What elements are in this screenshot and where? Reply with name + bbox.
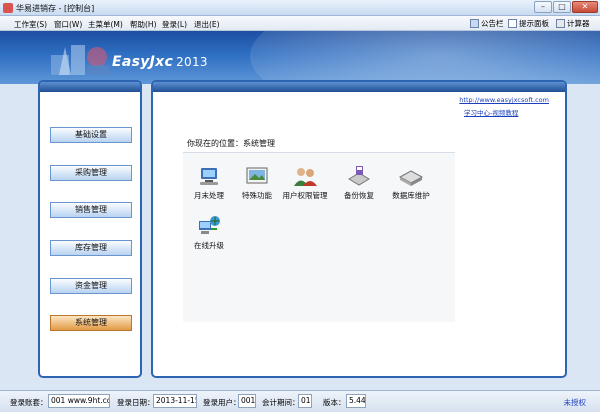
- content-panel: http://www.easyjxcsoft.com 学习中心-视频教程 你现在…: [151, 80, 567, 378]
- minimize-icon[interactable]: –: [534, 1, 552, 13]
- database-maintenance-icon: [397, 165, 425, 187]
- website-link[interactable]: http://www.easyjxcsoft.com: [459, 96, 549, 104]
- status-user-value: 001: [238, 394, 256, 408]
- brand-logo: EasyJxc 2013: [112, 54, 208, 70]
- special-function-icon: [243, 165, 271, 187]
- function-backup-restore-label: 备份恢复: [344, 191, 374, 200]
- status-bar: 登录账套： 001 www.9ht.com 登录日期： 2013-11-15 登…: [0, 390, 600, 412]
- banner-artwork: [51, 45, 109, 75]
- banner: EasyJxc 2013: [0, 31, 600, 84]
- video-tutorial-link[interactable]: 学习中心-视频教程: [464, 107, 518, 117]
- menu-login[interactable]: 登录(L): [162, 19, 187, 30]
- user-permission-icon: [291, 165, 319, 187]
- menu-bar: 工作室(S) 窗口(W) 主菜单(M) 帮助(H) 登录(L) 退出(E) 公告…: [0, 16, 600, 31]
- menu-help[interactable]: 帮助(H): [130, 19, 157, 30]
- function-online-upgrade-label: 在线升级: [194, 241, 224, 250]
- calculator-icon: [556, 19, 565, 28]
- status-account-value: 001 www.9ht.com: [48, 394, 110, 408]
- online-upgrade-icon: [195, 215, 223, 237]
- app-icon: [3, 3, 13, 13]
- month-end-icon: [195, 165, 223, 187]
- brand-year: 2013: [176, 55, 208, 69]
- status-date-value: 2013-11-15: [153, 394, 197, 408]
- menu-exit[interactable]: 退出(E): [194, 19, 220, 30]
- toolbar-calculator-label: 计算器: [567, 19, 590, 28]
- backup-restore-icon: [345, 165, 373, 187]
- nav-purchase[interactable]: 采购管理: [50, 165, 132, 181]
- function-user-permission[interactable]: 用户权限管理: [275, 165, 335, 201]
- menu-main[interactable]: 主菜单(M): [88, 19, 123, 30]
- window-controls: – □ ✕: [534, 1, 598, 13]
- function-area: 月末处理 特殊功能 用户权限管理 备份恢复 数据库维护 在线升级: [183, 152, 455, 322]
- toolbar-bulletin-label: 公告栏: [481, 19, 504, 28]
- status-account-label: 登录账套：: [10, 398, 48, 407]
- nav-sales[interactable]: 销售管理: [50, 202, 132, 218]
- status-date-label: 登录日期：: [117, 398, 155, 407]
- nav-inventory[interactable]: 库存管理: [50, 240, 132, 256]
- close-icon[interactable]: ✕: [572, 1, 598, 13]
- license-status[interactable]: 未授权: [564, 397, 587, 408]
- nav-finance[interactable]: 资金管理: [50, 278, 132, 294]
- menu-workroom[interactable]: 工作室(S): [14, 19, 47, 30]
- function-database-maintenance-label: 数据库维护: [392, 191, 430, 200]
- brand-name: EasyJxc: [112, 54, 174, 70]
- title-bar: 华易进销存 - [控制台] – □ ✕: [0, 0, 600, 16]
- status-user-label: 登录用户：: [203, 398, 241, 407]
- nav-basic-settings[interactable]: 基础设置: [50, 127, 132, 143]
- function-database-maintenance[interactable]: 数据库维护: [381, 165, 441, 201]
- window-title: 华易进销存 - [控制台]: [16, 4, 95, 13]
- toolbar-tip-panel-button[interactable]: 提示面板: [508, 18, 549, 29]
- toolbar-tip-panel-label: 提示面板: [519, 19, 549, 28]
- bulletin-icon: [470, 19, 479, 28]
- status-version-label: 版本：: [323, 398, 346, 407]
- toolbar-bulletin-button[interactable]: 公告栏: [470, 18, 504, 29]
- breadcrumb: 你现在的位置：系统管理: [187, 139, 275, 148]
- status-period-value: 01: [298, 394, 312, 408]
- function-user-permission-label: 用户权限管理: [282, 191, 328, 200]
- status-period-label: 会计期间：: [262, 398, 300, 407]
- toolbar-calculator-button[interactable]: 计算器: [556, 18, 590, 29]
- maximize-icon[interactable]: □: [553, 1, 571, 13]
- status-version-value: 5.44: [346, 394, 366, 408]
- tip-panel-icon: [508, 19, 517, 28]
- function-backup-restore[interactable]: 备份恢复: [329, 165, 389, 201]
- function-online-upgrade[interactable]: 在线升级: [179, 215, 239, 251]
- nav-system[interactable]: 系统管理: [50, 315, 132, 331]
- nav-panel: 基础设置 采购管理 销售管理 库存管理 资金管理 系统管理: [38, 80, 142, 378]
- menu-window[interactable]: 窗口(W): [54, 19, 82, 30]
